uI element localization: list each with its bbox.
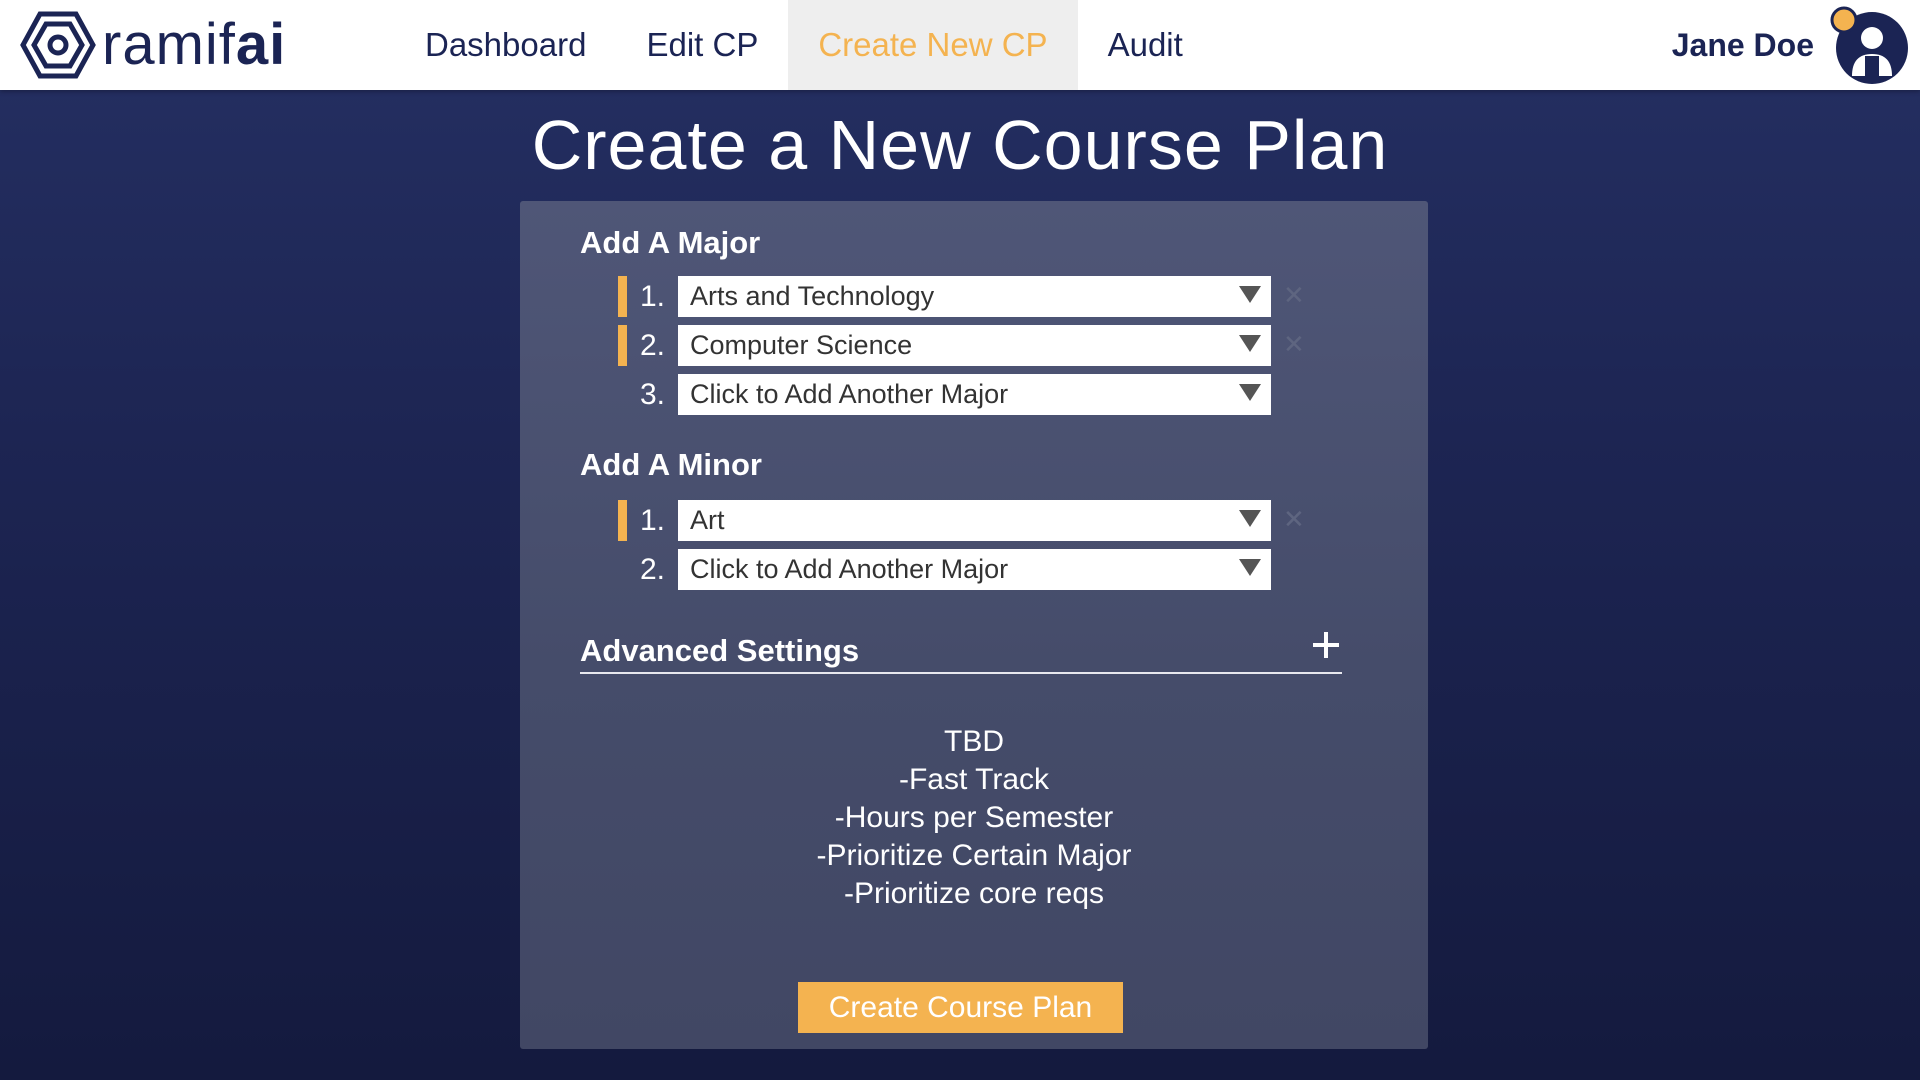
- note-line: -Prioritize core reqs: [843, 877, 1105, 910]
- major-row: 3. Click to Add Another Major: [520, 374, 1428, 415]
- selected-marker: [618, 500, 627, 541]
- brand-logo[interactable]: ramifai: [20, 10, 286, 80]
- main-nav: Dashboard Edit CP Create New CP Audit: [395, 0, 1213, 90]
- expand-plus-icon[interactable]: [1305, 625, 1345, 665]
- row-number: 3.: [640, 378, 666, 411]
- dropdown-caret-icon: [1239, 286, 1261, 303]
- note-line: -Prioritize Certain Major: [816, 839, 1132, 872]
- select-placeholder: Click to Add Another Major: [690, 379, 1009, 409]
- dropdown-caret-icon: [1239, 384, 1261, 401]
- page-title: Create a New Course Plan: [531, 106, 1389, 184]
- note-line: -Hours per Semester: [834, 801, 1114, 834]
- add-major-select[interactable]: Click to Add Another Major: [678, 374, 1271, 415]
- row-number: 2.: [640, 553, 666, 586]
- row-number: 2.: [640, 329, 666, 362]
- nav-edit-cp[interactable]: Edit CP: [616, 0, 788, 90]
- top-navigation-bar: ramifai Dashboard Edit CP Create New CP …: [0, 0, 1920, 90]
- nav-create-new-cp[interactable]: Create New CP: [788, 0, 1078, 90]
- select-value: Art: [690, 505, 725, 535]
- advanced-settings-title[interactable]: Advanced Settings: [580, 633, 859, 669]
- minor-row: 2. Click to Add Another Major: [520, 549, 1428, 590]
- select-value: Arts and Technology: [690, 281, 935, 311]
- note-line: TBD: [944, 725, 1004, 758]
- user-avatar-icon[interactable]: [1830, 6, 1910, 86]
- minor-select[interactable]: Art: [678, 500, 1271, 541]
- course-plan-form: Add A Major 1. Arts and Technology ✕ 2. …: [520, 201, 1428, 1049]
- note-line: -Fast Track: [898, 763, 1049, 796]
- dropdown-caret-icon: [1239, 559, 1261, 576]
- row-number: 1.: [640, 504, 666, 537]
- logo-hexagon-icon: [20, 11, 96, 79]
- nav-audit[interactable]: Audit: [1078, 0, 1213, 90]
- brand-wordmark: ramifai: [102, 12, 287, 77]
- majors-section-title: Add A Major: [580, 225, 761, 260]
- dropdown-caret-icon: [1239, 335, 1261, 352]
- divider: [580, 672, 1342, 674]
- minor-row: 1. Art ✕: [520, 500, 1428, 541]
- select-placeholder: Click to Add Another Major: [690, 554, 1009, 584]
- row-number: 1.: [640, 280, 666, 313]
- major-row: 1. Arts and Technology ✕: [520, 276, 1428, 317]
- select-value: Computer Science: [690, 330, 913, 360]
- major-row: 2. Computer Science ✕: [520, 325, 1428, 366]
- create-course-plan-button[interactable]: Create Course Plan: [798, 982, 1123, 1033]
- minors-section-title: Add A Minor: [580, 447, 762, 482]
- remove-icon[interactable]: ✕: [1283, 329, 1305, 359]
- remove-icon[interactable]: ✕: [1283, 504, 1305, 534]
- user-name[interactable]: Jane Doe: [1672, 0, 1814, 90]
- add-minor-select[interactable]: Click to Add Another Major: [678, 549, 1271, 590]
- major-select[interactable]: Computer Science: [678, 325, 1271, 366]
- selected-marker: [618, 276, 627, 317]
- major-select[interactable]: Arts and Technology: [678, 276, 1271, 317]
- dropdown-caret-icon: [1239, 510, 1261, 527]
- nav-dashboard[interactable]: Dashboard: [395, 0, 616, 90]
- remove-icon[interactable]: ✕: [1283, 280, 1305, 310]
- selected-marker: [618, 325, 627, 366]
- advanced-settings-notes: TBD -Fast Track -Hours per Semester -Pri…: [520, 723, 1428, 913]
